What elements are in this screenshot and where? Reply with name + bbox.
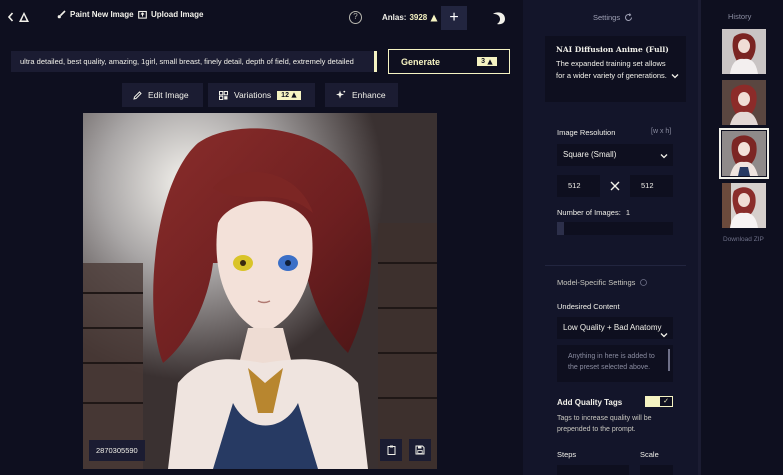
buy-anlas-button[interactable]: + (441, 6, 467, 30)
anlas-icon (430, 14, 438, 22)
model-selector[interactable]: NAI Diffusion Anime (Full) The expanded … (545, 36, 686, 102)
undesired-content-placeholder: Anything in here is added to the preset … (568, 353, 655, 371)
chevron-down-icon (660, 152, 668, 161)
model-name: NAI Diffusion Anime (Full) (556, 45, 669, 54)
history-thumbnail[interactable] (722, 29, 766, 74)
number-of-images-text: Number of Images: (557, 208, 621, 217)
undesired-preset-select[interactable]: Low Quality + Bad Anatomy (557, 317, 673, 339)
upload-image-label: Upload Image (151, 10, 204, 19)
model-specific-settings-label: Model-Specific Settings (557, 278, 648, 287)
generate-button[interactable]: Generate 3 (388, 49, 510, 74)
steps-input[interactable] (557, 465, 629, 475)
variations-icon (219, 90, 228, 100)
undesired-content-textarea[interactable]: Anything in here is added to the preset … (557, 345, 673, 382)
copy-to-clipboard-button[interactable] (380, 439, 402, 461)
width-input[interactable]: 512 (557, 175, 600, 197)
reset-icon[interactable] (624, 13, 633, 22)
help-icon[interactable]: ? (349, 11, 362, 24)
back-logo-button[interactable] (8, 11, 30, 23)
info-icon[interactable] (640, 279, 648, 286)
slider-fill (557, 222, 564, 235)
generate-cost: 3 (481, 58, 485, 65)
download-zip-button[interactable]: Download ZIP (723, 236, 764, 243)
image-resolution-label: Image Resolution (557, 128, 616, 137)
history-title: History (728, 12, 752, 21)
upload-icon (138, 10, 147, 19)
settings-panel: Settings NAI Diffusion Anime (Full) The … (523, 0, 701, 475)
textarea-scrollbar[interactable] (668, 349, 670, 371)
paint-new-image-button[interactable]: Paint New Image (57, 10, 134, 19)
variations-cost: 12 (281, 91, 289, 99)
add-quality-tags-label: Add Quality Tags (557, 398, 623, 407)
settings-title: Settings (593, 13, 633, 22)
chevron-left-icon (8, 12, 14, 22)
history-thumbnail[interactable] (722, 80, 766, 125)
steps-label: Steps (557, 450, 577, 459)
history-panel: History Download ZIP (701, 0, 783, 475)
history-thumbnail[interactable] (722, 183, 766, 228)
scale-label: Scale (640, 450, 659, 459)
pencil-icon (133, 90, 142, 100)
variations-label: Variations (234, 90, 272, 100)
resolution-preset-value: Square (Small) (563, 150, 617, 159)
variations-button[interactable]: Variations 12 (208, 83, 315, 107)
quality-tags-description: Tags to increase quality will be prepend… (557, 415, 652, 433)
number-of-images-value: 1 (625, 208, 631, 217)
generate-label: Generate (401, 56, 441, 67)
edit-image-button[interactable]: Edit Image (122, 83, 203, 107)
novelai-logo-icon (18, 11, 30, 23)
divider (545, 265, 686, 266)
resolution-hint: [w x h] (651, 128, 672, 135)
enhance-button[interactable]: Enhance (325, 83, 398, 107)
enhance-label: Enhance (352, 90, 386, 100)
paintbrush-icon (57, 10, 66, 19)
anlas-icon (487, 58, 493, 65)
sparkle-icon (336, 90, 346, 100)
undesired-preset-value: Low Quality + Bad Anatomy (563, 323, 662, 332)
anlas-balance: Anlas: 3928 (382, 13, 438, 22)
number-of-images-slider[interactable] (557, 222, 673, 235)
upload-image-button[interactable]: Upload Image (138, 10, 203, 19)
mascot-logo-icon[interactable] (491, 10, 507, 31)
edit-image-label: Edit Image (148, 90, 189, 100)
seed-label[interactable]: 2870305590 (89, 440, 145, 461)
chevron-down-icon (671, 66, 679, 84)
prompt-input[interactable]: ultra detailed, best quality, amazing, 1… (11, 51, 377, 72)
save-icon (415, 445, 425, 455)
anlas-value: 3928 (409, 13, 428, 22)
anlas-icon (291, 92, 297, 98)
history-thumbnail-selected[interactable] (719, 128, 769, 179)
undesired-content-label: Undesired Content (557, 302, 620, 311)
chevron-down-icon (660, 325, 668, 343)
multiply-icon (610, 181, 620, 191)
model-description: The expanded training set allows for a w… (556, 59, 667, 80)
settings-title-label: Settings (593, 13, 621, 22)
model-specific-settings-text: Model-Specific Settings (557, 278, 636, 287)
checkmark-icon: ✓ (660, 397, 672, 406)
generate-cost-badge: 3 (477, 57, 497, 66)
generated-image (83, 113, 437, 469)
number-of-images-label: Number of Images: 1 (557, 208, 630, 217)
anlas-label: Anlas: (382, 13, 407, 22)
save-image-button[interactable] (409, 439, 431, 461)
resolution-preset-select[interactable]: Square (Small) (557, 144, 673, 166)
paint-new-image-label: Paint New Image (70, 10, 134, 19)
scale-input[interactable] (640, 465, 673, 475)
variations-cost-badge: 12 (277, 90, 301, 100)
quality-tags-toggle[interactable]: ✓ (645, 396, 673, 407)
top-bar: Paint New Image Upload Image ? Anlas: 39… (0, 0, 523, 36)
clipboard-icon (387, 445, 396, 455)
height-input[interactable]: 512 (630, 175, 673, 197)
